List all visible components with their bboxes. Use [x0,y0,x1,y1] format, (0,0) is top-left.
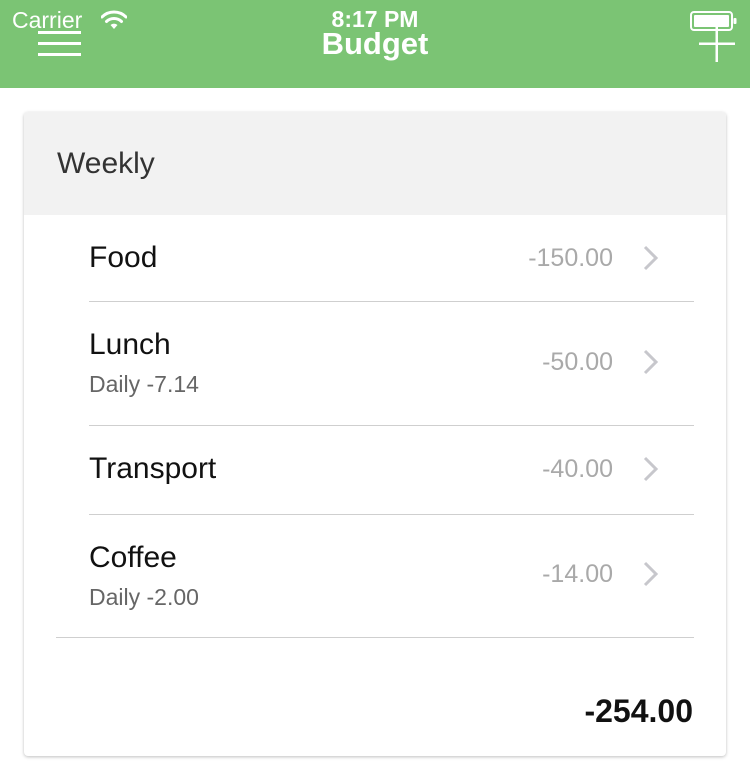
period-title: Weekly [57,147,155,180]
budget-row-lunch[interactable]: Lunch Daily -7.14 -50.00 [24,302,726,425]
item-name: Lunch [89,328,171,361]
chevron-right-icon [643,349,659,375]
item-subtitle: Daily -2.00 [89,584,199,610]
budget-total: -254.00 [584,693,693,729]
item-amount: -40.00 [542,455,613,483]
budget-card: Weekly Food -150.00 Lunch Daily -7.14 -5… [24,112,726,756]
item-amount: -50.00 [542,348,613,376]
nav-bar: Carrier 8:17 PM Budget [0,0,750,88]
item-amount: -14.00 [542,560,613,588]
budget-row-coffee[interactable]: Coffee Daily -2.00 -14.00 [24,515,726,637]
card-header: Weekly [24,112,726,215]
page-title: Budget [321,26,429,61]
item-name: Coffee [89,541,177,574]
chevron-right-icon [643,561,659,587]
chevron-right-icon [643,245,659,271]
total-divider [56,637,694,638]
budget-row-food[interactable]: Food -150.00 [24,215,726,301]
chevron-right-icon [643,456,659,482]
item-amount: -150.00 [528,244,613,272]
item-subtitle: Daily -7.14 [89,371,199,397]
item-name: Food [89,241,158,274]
add-icon[interactable] [699,26,735,62]
item-name: Transport [89,452,217,485]
budget-row-transport[interactable]: Transport -40.00 [24,426,726,514]
